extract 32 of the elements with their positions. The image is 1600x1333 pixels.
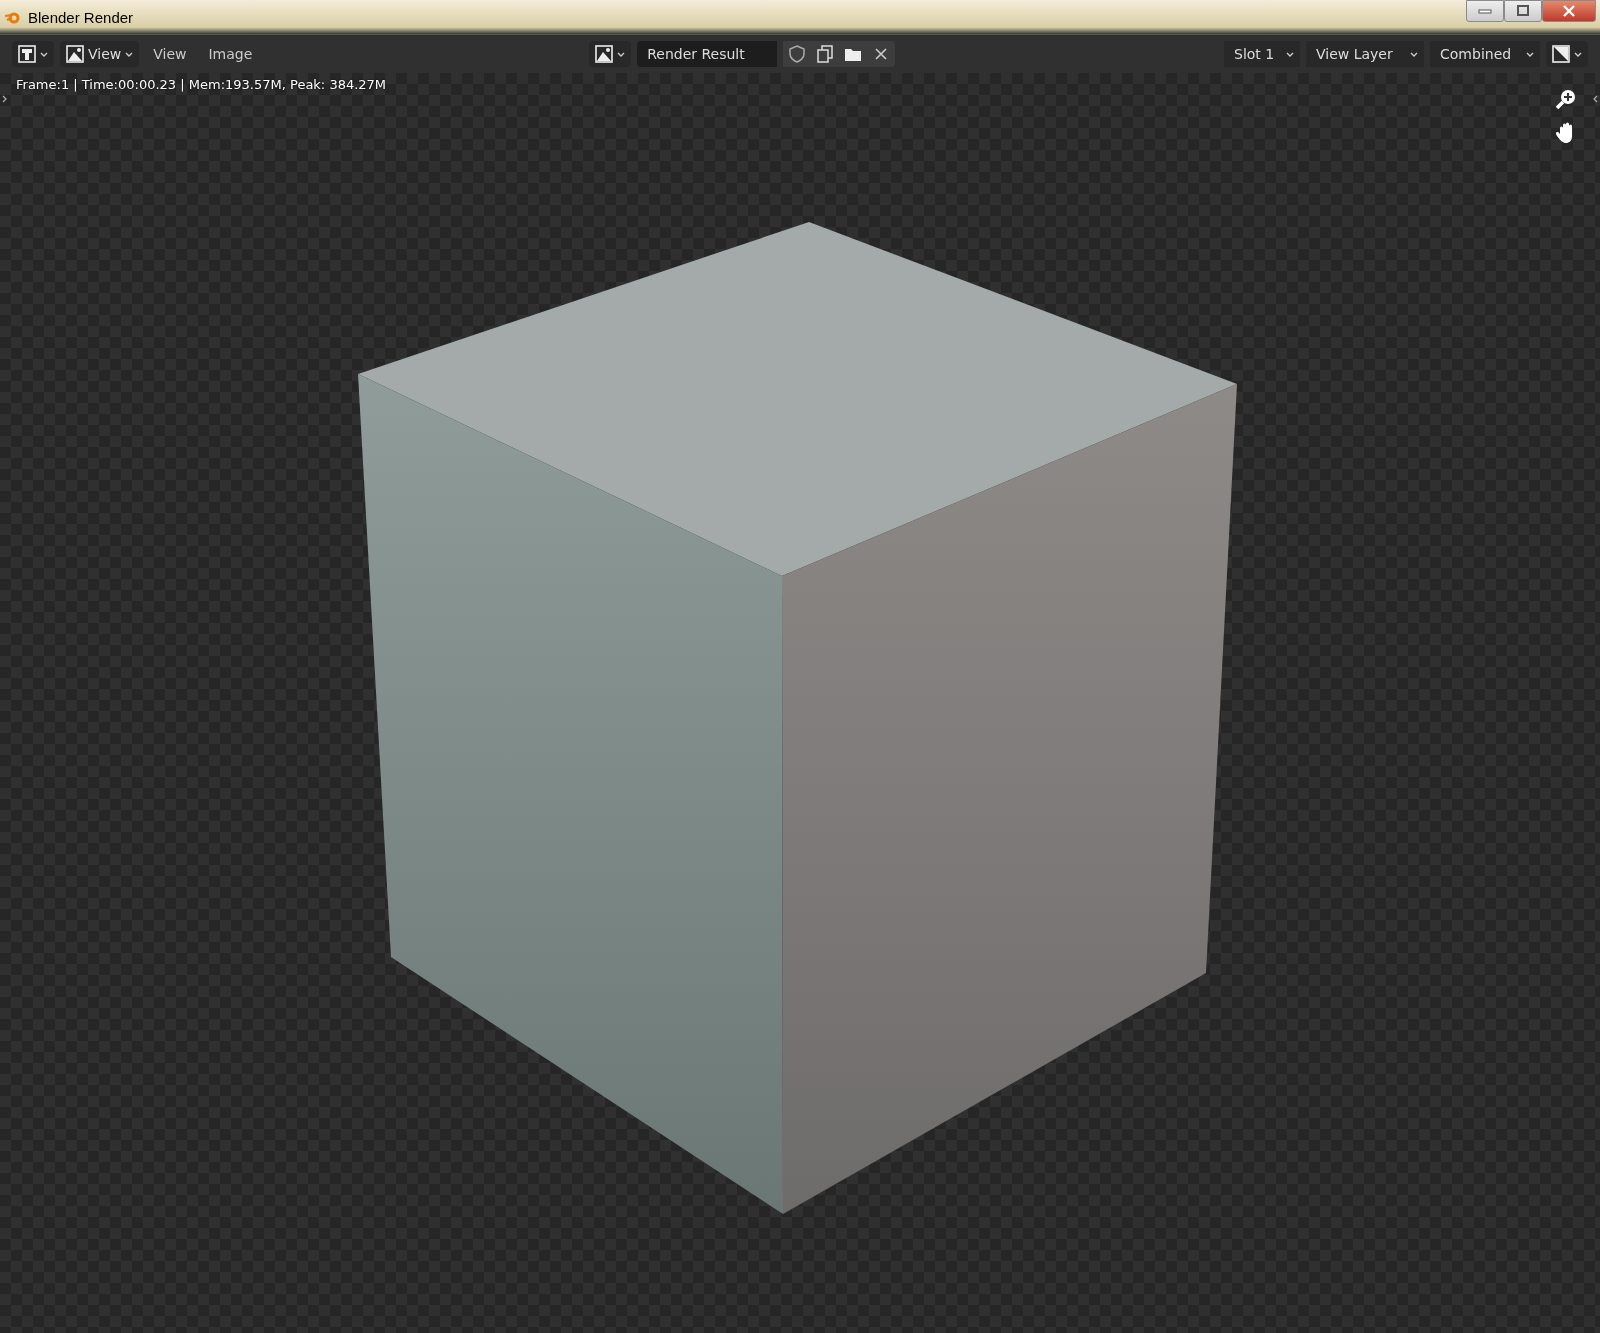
render-stats: Frame:1 | Time:00:00.23 | Mem:193.57M, Peak: 384.27M xyxy=(16,77,387,92)
caret-icon xyxy=(1286,50,1294,58)
duplicate-icon xyxy=(815,44,836,64)
minimize-icon xyxy=(1478,8,1492,14)
display-channels-button[interactable] xyxy=(1546,41,1588,67)
close-button[interactable] xyxy=(1542,0,1596,22)
caret-icon xyxy=(1574,50,1582,58)
caret-icon xyxy=(617,50,626,58)
fake-user-icon xyxy=(787,44,808,64)
image-icon xyxy=(66,45,84,63)
view-mode-dropdown[interactable]: View xyxy=(60,41,140,67)
caret-icon xyxy=(40,50,48,58)
maximize-icon xyxy=(1516,5,1530,17)
menu-item[interactable]: View xyxy=(145,46,195,62)
maximize-button[interactable] xyxy=(1504,0,1542,22)
editor-type-button[interactable] xyxy=(12,41,54,67)
image-browse-button[interactable] xyxy=(589,41,632,67)
window-title: Blender Render xyxy=(28,8,134,26)
caret-icon xyxy=(1410,50,1418,58)
close-icon xyxy=(1562,5,1576,17)
slot-dropdown[interactable]: Slot 1 xyxy=(1224,41,1300,67)
image-name-field[interactable]: Render Result xyxy=(637,41,778,67)
minimize-button[interactable] xyxy=(1466,0,1504,22)
caret-icon xyxy=(1526,50,1534,58)
image-icon xyxy=(595,45,614,63)
zoom-icon[interactable] xyxy=(1554,87,1578,111)
editor-type-icon xyxy=(18,45,36,63)
pass-dropdown[interactable]: Combined xyxy=(1430,41,1540,67)
menu-item[interactable]: Image xyxy=(200,46,261,62)
view-layer-dropdown[interactable]: View Layer xyxy=(1306,41,1424,67)
display-channels-icon xyxy=(1552,45,1570,63)
caret-icon xyxy=(125,50,134,58)
